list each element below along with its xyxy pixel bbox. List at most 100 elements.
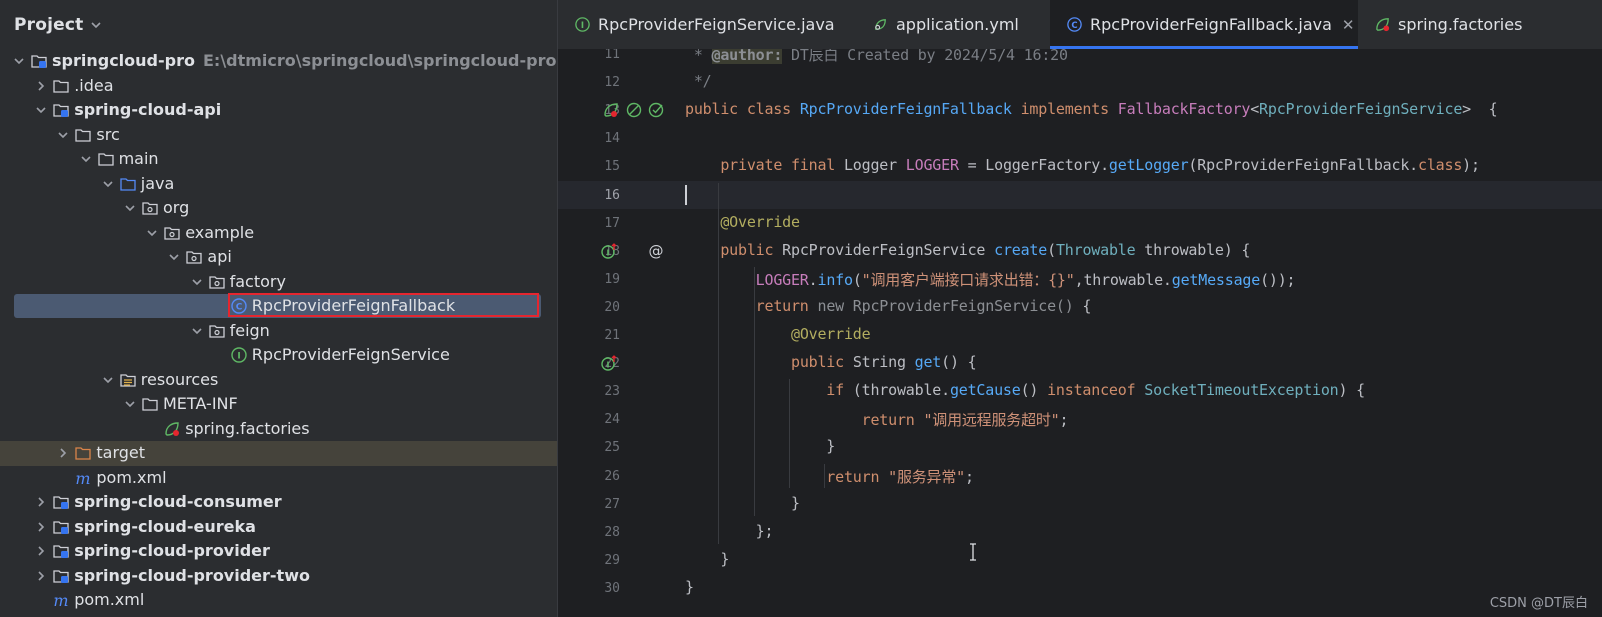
code-line[interactable]: 11 * @author: DT辰白 Created by 2024/5/4 1… xyxy=(558,49,1602,68)
line-number[interactable]: 20 xyxy=(558,300,620,315)
chevron-down-icon[interactable] xyxy=(145,226,159,240)
chevron-right-icon[interactable] xyxy=(34,520,48,534)
code-line[interactable]: 24 return "调用远程服务超时"; xyxy=(558,405,1602,433)
line-number[interactable]: 12 xyxy=(558,75,620,90)
code-line[interactable]: 16 xyxy=(558,180,1602,209)
line-number[interactable]: 15 xyxy=(558,159,620,174)
code-line[interactable]: 19 LOGGER.info("调用客户端接口请求出错：{}",throwabl… xyxy=(558,265,1602,293)
implements-method-icon[interactable]: I xyxy=(600,242,618,260)
chevron-down-icon[interactable] xyxy=(123,397,137,411)
tree-item-src[interactable]: src xyxy=(0,123,557,148)
chevron-right-icon[interactable] xyxy=(56,446,70,460)
tab-application-yml[interactable]: application.yml xyxy=(856,0,1050,49)
line-number[interactable]: 25 xyxy=(558,440,620,455)
tree-item-rpcproviderfeignservice[interactable]: I RpcProviderFeignService xyxy=(0,343,557,368)
tree-item-pom-xml[interactable]: m pom.xml xyxy=(0,588,557,613)
code-token: new RpcProviderFeignService() xyxy=(817,296,1083,315)
code-line[interactable]: 28 }; xyxy=(558,518,1602,546)
line-number[interactable]: 24 xyxy=(558,412,620,427)
bean-check-icon[interactable] xyxy=(647,101,665,119)
project-header[interactable]: Project xyxy=(0,0,557,49)
chevron-down-icon[interactable] xyxy=(167,250,181,264)
code-editor[interactable]: 11 * @author: DT辰白 Created by 2024/5/4 1… xyxy=(558,49,1602,617)
code-line[interactable]: 22 I public String get() { xyxy=(558,349,1602,377)
tab-rpcproviderfeignfallback-java[interactable]: C RpcProviderFeignFallback.java ✕ xyxy=(1050,0,1358,49)
code-line[interactable]: 18 I @ public RpcProviderFeignService crea… xyxy=(558,237,1602,265)
project-title[interactable]: Project xyxy=(14,15,83,35)
line-number[interactable]: 19 xyxy=(558,272,620,287)
tree-item-api[interactable]: api xyxy=(0,245,557,270)
implements-method-icon[interactable]: I xyxy=(600,354,618,372)
chevron-right-icon[interactable] xyxy=(34,79,48,93)
tab-spring-factories[interactable]: spring.factories xyxy=(1358,0,1602,49)
tree-item-rpcproviderfeignfallback[interactable]: C RpcProviderFeignFallback xyxy=(0,293,557,319)
chevron-down-icon[interactable] xyxy=(190,275,204,289)
no-autowire-icon[interactable] xyxy=(625,101,643,119)
tree-item-main[interactable]: main xyxy=(0,147,557,172)
line-number[interactable]: 16 xyxy=(558,188,620,203)
code-line[interactable]: 21 @Override xyxy=(558,321,1602,349)
tree-item--idea[interactable]: .idea xyxy=(0,74,557,99)
at-sign-icon[interactable]: @ xyxy=(647,242,665,260)
code-line[interactable]: 15 private final Logger LOGGER = LoggerF… xyxy=(558,152,1602,180)
chevron-down-icon[interactable] xyxy=(12,54,26,68)
close-tab-icon[interactable]: ✕ xyxy=(1342,16,1355,34)
chevron-down-icon[interactable] xyxy=(123,201,137,215)
tree-item-spring-cloud-provider-two[interactable]: spring-cloud-provider-two xyxy=(0,564,557,589)
chevron-right-icon[interactable] xyxy=(34,569,48,583)
tree-item-spring-factories[interactable]: spring.factories xyxy=(0,417,557,442)
code-line[interactable]: 13 public class RpcProviderFeignFallback … xyxy=(558,96,1602,124)
line-number[interactable]: 26 xyxy=(558,469,620,484)
line-number[interactable]: 17 xyxy=(558,216,620,231)
line-number[interactable]: 21 xyxy=(558,328,620,343)
line-number[interactable]: 14 xyxy=(558,131,620,146)
line-number[interactable]: 11 xyxy=(558,49,620,62)
chevron-right-icon[interactable] xyxy=(34,495,48,509)
tree-item-spring-cloud-consumer[interactable]: spring-cloud-consumer xyxy=(0,490,557,515)
chevron-right-icon[interactable] xyxy=(34,544,48,558)
annotation-highlight-box xyxy=(228,293,539,317)
line-number[interactable]: 30 xyxy=(558,581,620,596)
code-token: RpcProviderFeignService xyxy=(782,240,995,259)
code-line[interactable]: 25 } xyxy=(558,433,1602,461)
tree-item-pom-xml[interactable]: m pom.xml xyxy=(0,466,557,491)
tree-item-resources[interactable]: resources xyxy=(0,368,557,393)
code-line[interactable]: 14 xyxy=(558,124,1602,152)
chevron-down-icon[interactable] xyxy=(190,324,204,338)
chevron-down-icon[interactable] xyxy=(56,128,70,142)
code-line[interactable]: 20 return new RpcProviderFeignService() … xyxy=(558,293,1602,321)
tree-item-meta-inf[interactable]: META-INF xyxy=(0,392,557,417)
code-line[interactable]: 26 return "服务异常"; xyxy=(558,462,1602,490)
tree-item-label: resources xyxy=(140,369,219,389)
tree-item-springcloud-pro[interactable]: springcloud-pro E:\dtmicro\springcloud\sp… xyxy=(0,49,557,74)
chevron-down-icon[interactable] xyxy=(101,177,115,191)
chevron-down-icon[interactable] xyxy=(34,103,48,117)
package-icon xyxy=(164,226,180,240)
code-line[interactable]: 12 */ xyxy=(558,68,1602,96)
code-line[interactable]: 30} xyxy=(558,574,1602,602)
tree-item-spring-cloud-api[interactable]: spring-cloud-api xyxy=(0,98,557,123)
chevron-down-icon[interactable] xyxy=(79,152,93,166)
line-number[interactable]: 27 xyxy=(558,497,620,512)
tree-item-feign[interactable]: feign xyxy=(0,319,557,344)
tree-item-org[interactable]: org xyxy=(0,196,557,221)
chevron-down-icon[interactable] xyxy=(101,373,115,387)
line-number[interactable]: 23 xyxy=(558,384,620,399)
tree-item-spring-cloud-eureka[interactable]: spring-cloud-eureka xyxy=(0,515,557,540)
tree-item-java[interactable]: java xyxy=(0,172,557,197)
tree-item-spring-cloud-provider[interactable]: spring-cloud-provider xyxy=(0,539,557,564)
code-line[interactable]: 29 } xyxy=(558,546,1602,574)
line-number[interactable]: 28 xyxy=(558,525,620,540)
line-number[interactable]: 29 xyxy=(558,553,620,568)
spring-bean-icon[interactable] xyxy=(602,101,620,119)
tree-item-factory[interactable]: factory xyxy=(0,270,557,295)
code-line[interactable]: 27 } xyxy=(558,490,1602,518)
code-line[interactable]: 17 @Override xyxy=(558,209,1602,237)
tree-item-label: RpcProviderFeignService xyxy=(251,345,450,364)
code-line[interactable]: 23 if (throwable.getCause() instanceof S… xyxy=(558,377,1602,405)
tab-rpcproviderfeignservice-java[interactable]: I RpcProviderFeignService.java xyxy=(558,0,856,49)
chevron-down-icon[interactable] xyxy=(89,18,103,32)
tree-item-target[interactable]: target xyxy=(0,441,557,466)
code-token: Throwable xyxy=(1055,240,1136,259)
tree-item-example[interactable]: example xyxy=(0,221,557,246)
